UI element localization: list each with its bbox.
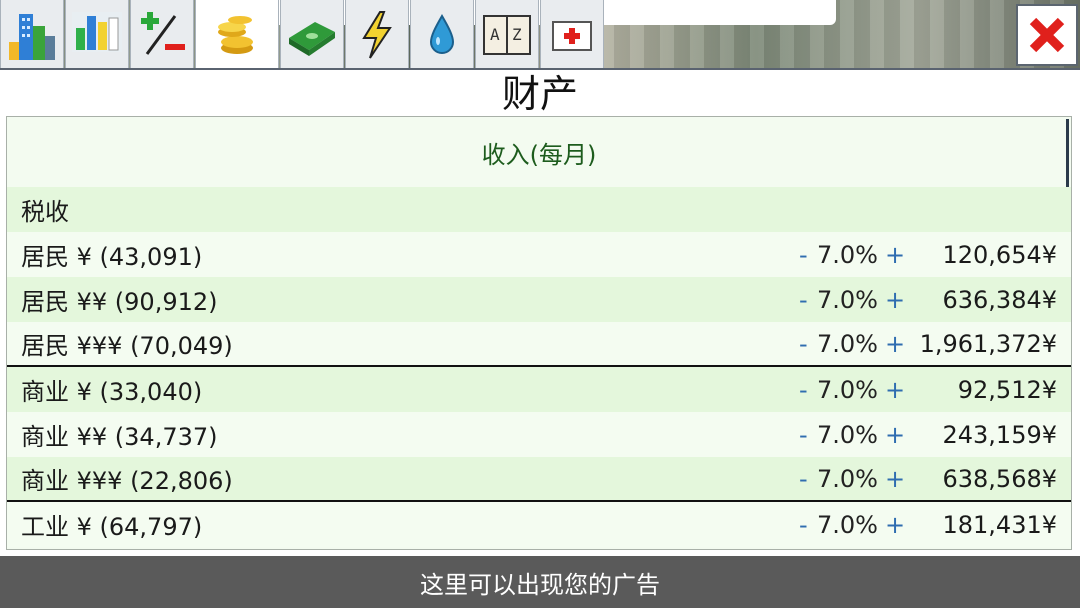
finance-panel: 财产 收入(每月) 税收 居民 ¥ (43,091) - 7.0% + 120,… (0, 68, 1080, 556)
bar-chart-icon (72, 11, 122, 52)
tab-water[interactable] (410, 0, 474, 70)
ad-text: 这里可以出现您的广告 (420, 570, 660, 599)
increase-button[interactable]: + (885, 286, 905, 314)
row-amount: 243,159¥ (942, 420, 1057, 449)
category-row: 税收 (7, 187, 1071, 232)
plus-minus-icon (141, 11, 185, 55)
close-button[interactable] (1016, 4, 1078, 66)
table-row: 居民 ¥¥ (90,912) - 7.0% + 636,384¥ (7, 277, 1071, 322)
increase-button[interactable]: + (885, 330, 905, 358)
city-buildings-icon (9, 13, 55, 60)
decrease-button[interactable]: - (799, 511, 808, 539)
row-label: 商业 ¥¥ (34,737) (21, 423, 218, 451)
decrease-button[interactable]: - (799, 421, 808, 449)
table-row: 居民 ¥ (43,091) - 7.0% + 120,654¥ (7, 232, 1071, 277)
decrease-button[interactable]: - (799, 241, 808, 269)
tab-health[interactable] (540, 0, 604, 70)
row-label: 工业 ¥ (64,797) (21, 513, 203, 541)
tax-rate: 7.0% (817, 375, 878, 404)
tab-power[interactable] (345, 0, 409, 70)
close-icon (1029, 17, 1065, 53)
table-row: 工业 ¥ (64,797) - 7.0% + 181,431¥ (7, 502, 1071, 547)
page-title: 财产 (501, 72, 578, 116)
row-amount: 92,512¥ (957, 375, 1057, 404)
decrease-button[interactable]: - (799, 286, 808, 314)
income-table[interactable]: 收入(每月) 税收 居民 ¥ (43,091) - 7.0% + 120,654… (6, 116, 1072, 550)
tab-encyclopedia[interactable]: A Z (475, 0, 539, 70)
row-label: 商业 ¥ (33,040) (21, 378, 203, 406)
tax-rate: 7.0% (817, 329, 878, 358)
medical-kit-icon (552, 20, 592, 51)
row-label: 居民 ¥ (43,091) (21, 243, 203, 271)
increase-button[interactable]: + (885, 421, 905, 449)
tab-finance[interactable] (195, 0, 279, 70)
tab-budget[interactable] (130, 0, 194, 70)
row-amount: 120,654¥ (942, 240, 1057, 269)
row-amount: 636,384¥ (942, 285, 1057, 314)
tax-rate: 7.0% (817, 464, 878, 493)
tab-statistics[interactable] (65, 0, 129, 70)
tab-bar: A Z (0, 0, 605, 70)
increase-button[interactable]: + (885, 241, 905, 269)
increase-button[interactable]: + (885, 376, 905, 404)
row-amount: 1,961,372¥ (919, 329, 1057, 358)
row-amount: 181,431¥ (942, 510, 1057, 539)
tab-city[interactable] (0, 0, 64, 70)
tax-rate: 7.0% (817, 510, 878, 539)
tax-rate: 7.0% (817, 240, 878, 269)
svg-text:A: A (490, 25, 500, 44)
section-header: 收入(每月) (7, 117, 1071, 187)
decrease-button[interactable]: - (799, 376, 808, 404)
row-label: 居民 ¥¥¥ (70,049) (21, 332, 233, 360)
decrease-button[interactable]: - (799, 330, 808, 358)
water-drop-icon (429, 13, 455, 54)
lightning-icon (362, 10, 392, 59)
tab-money[interactable] (280, 0, 344, 70)
table-row: 商业 ¥¥¥ (22,806) - 7.0% + 638,568¥ (7, 457, 1071, 502)
az-book-icon: A Z (483, 14, 531, 55)
category-label: 税收 (21, 198, 69, 226)
row-label: 居民 ¥¥ (90,912) (21, 288, 218, 316)
table-row: 商业 ¥¥ (34,737) - 7.0% + 243,159¥ (7, 412, 1071, 457)
svg-text:Z: Z (512, 25, 522, 44)
tax-rate: 7.0% (817, 420, 878, 449)
row-amount: 638,568¥ (942, 464, 1057, 493)
row-label: 商业 ¥¥¥ (22,806) (21, 467, 233, 495)
increase-button[interactable]: + (885, 511, 905, 539)
coins-icon (218, 16, 253, 54)
table-row: 商业 ¥ (33,040) - 7.0% + 92,512¥ (7, 367, 1071, 412)
money-stack-icon (289, 21, 335, 56)
increase-button[interactable]: + (885, 465, 905, 493)
table-row: 居民 ¥¥¥ (70,049) - 7.0% + 1,961,372¥ (7, 322, 1071, 367)
ad-banner[interactable]: 这里可以出现您的广告 (0, 556, 1080, 608)
decrease-button[interactable]: - (799, 465, 808, 493)
tax-rate: 7.0% (817, 285, 878, 314)
